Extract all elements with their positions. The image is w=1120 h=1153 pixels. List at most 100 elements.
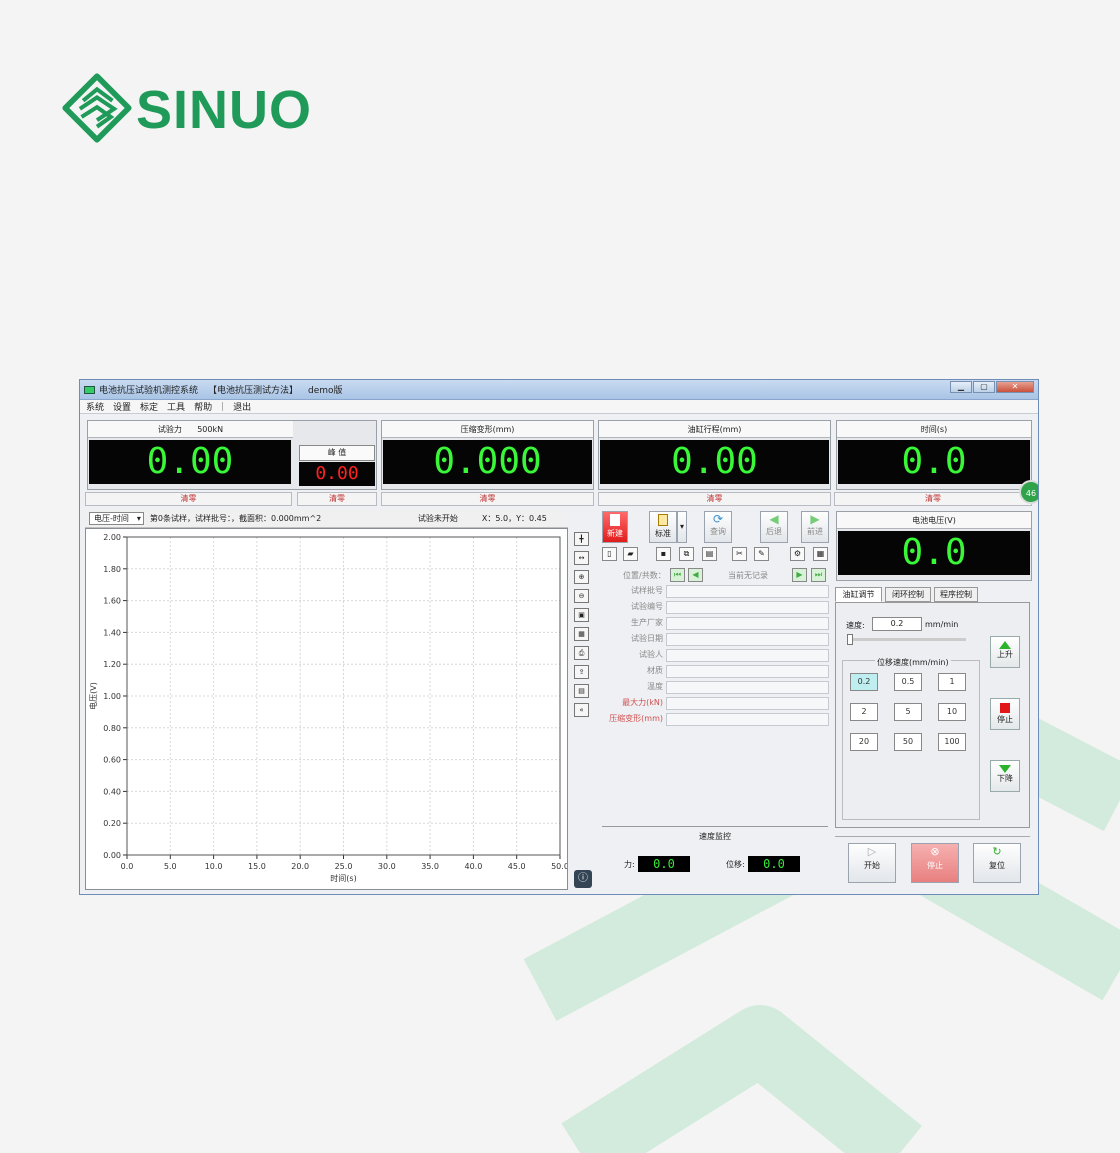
- close-icon[interactable]: ✕: [996, 381, 1034, 393]
- speed-preset-button[interactable]: 100: [938, 733, 966, 751]
- last-record-icon[interactable]: ⏭: [811, 568, 826, 582]
- form-row-label: 温度: [647, 682, 663, 691]
- start-label: 开始: [864, 861, 880, 870]
- form-row: 试验日期: [603, 633, 829, 647]
- app-window: 电池抗压试验机测控系统 【电池抗压测试方法】 demo版 ▁ ▢ ✕ 系统 设置…: [79, 379, 1039, 895]
- new-record-label: 新建: [607, 529, 623, 538]
- menu-system[interactable]: 系统: [86, 400, 104, 413]
- standard-button[interactable]: 标准: [649, 511, 677, 543]
- voltage-label: 电池电压(V): [837, 512, 1031, 529]
- tab-cylinder-adjust[interactable]: 油缸调节: [835, 587, 882, 602]
- crosshair-icon[interactable]: ╋: [574, 532, 589, 546]
- new-file-icon[interactable]: ▯: [602, 547, 617, 561]
- form-row-field[interactable]: [666, 697, 829, 710]
- curve-selector[interactable]: 电压-时间: [89, 512, 144, 525]
- save-icon[interactable]: ▪: [656, 547, 671, 561]
- form-row-field[interactable]: [666, 649, 829, 662]
- settings-icon[interactable]: ⚙: [790, 547, 805, 561]
- reset-button[interactable]: ↻ 复位: [973, 843, 1021, 883]
- disp-monitor-value: 0.0: [748, 856, 800, 872]
- speed-unit: mm/min: [925, 620, 959, 629]
- new-record-button[interactable]: 新建: [602, 511, 628, 543]
- menu-settings[interactable]: 设置: [113, 400, 131, 413]
- table-icon[interactable]: ▦: [813, 547, 828, 561]
- force-monitor-label: 力:: [624, 860, 635, 869]
- down-button[interactable]: 下降: [990, 760, 1020, 792]
- force-display: 0.00: [89, 440, 291, 484]
- minimize-icon[interactable]: ▁: [950, 381, 972, 393]
- form-row-field[interactable]: [666, 617, 829, 630]
- speed-slider-handle[interactable]: [847, 634, 853, 645]
- form-row-field[interactable]: [666, 633, 829, 646]
- zoom-in-icon[interactable]: ⊕: [574, 570, 589, 584]
- edit-icon[interactable]: ✎: [754, 547, 769, 561]
- forward-button[interactable]: ▶ 前进: [801, 511, 829, 543]
- menu-bar: 系统 设置 标定 工具 帮助 | 退出: [80, 400, 1038, 414]
- time-zero-button[interactable]: 清零: [834, 492, 1032, 506]
- tab-program-control[interactable]: 程序控制: [934, 587, 978, 602]
- form-row-field[interactable]: [666, 585, 829, 598]
- copy-icon[interactable]: ⧉: [679, 547, 694, 561]
- form-row-label: 试验人: [639, 650, 663, 659]
- speed-input[interactable]: 0.2: [872, 617, 922, 631]
- menu-exit[interactable]: 退出: [233, 400, 251, 413]
- menu-help[interactable]: 帮助: [194, 400, 212, 413]
- form-row-label: 压缩变形(mm): [609, 714, 663, 723]
- speed-preset-button[interactable]: 5: [894, 703, 922, 721]
- force-zero-button[interactable]: 清零: [85, 492, 292, 506]
- speed-preset-button[interactable]: 0.2: [850, 673, 878, 691]
- y-tick-label: 0.80: [103, 724, 121, 733]
- start-button[interactable]: ▷ 开始: [848, 843, 896, 883]
- query-label: 查询: [710, 527, 726, 536]
- speed-preset-button[interactable]: 50: [894, 733, 922, 751]
- open-folder-icon[interactable]: ▰: [623, 547, 638, 561]
- back-button[interactable]: ◀ 后退: [760, 511, 788, 543]
- voltage-panel: 电池电压(V) 0.0: [836, 511, 1032, 581]
- refresh-icon: ⟳: [712, 512, 724, 526]
- speed-preset-button[interactable]: 10: [938, 703, 966, 721]
- sinuo-logo-icon: [62, 73, 132, 143]
- stroke-zero-button[interactable]: 清零: [598, 492, 831, 506]
- cut-icon[interactable]: ✂: [732, 547, 747, 561]
- y-axis-label: 电压(V): [88, 682, 98, 710]
- stop-button[interactable]: ⊗ 停止: [911, 843, 959, 883]
- brand-logo: SINUO: [62, 62, 312, 154]
- prev-record-icon[interactable]: ◀: [688, 568, 703, 582]
- speed-preset-button[interactable]: 1: [938, 673, 966, 691]
- maximize-icon[interactable]: ▢: [973, 381, 995, 393]
- form-row-field[interactable]: [666, 681, 829, 694]
- menu-calibration[interactable]: 标定: [140, 400, 158, 413]
- info-icon[interactable]: ⓘ: [574, 870, 592, 888]
- form-row-field[interactable]: [666, 713, 829, 726]
- speed-preset-button[interactable]: 20: [850, 733, 878, 751]
- deform-zero-button[interactable]: 清零: [381, 492, 594, 506]
- form-row-label: 材质: [647, 666, 663, 675]
- form-row: 试验编号: [603, 601, 829, 615]
- standard-label: 标准: [655, 529, 671, 538]
- status-badge: 46: [1019, 480, 1038, 504]
- paste-icon[interactable]: ▤: [702, 547, 717, 561]
- zoom-x-icon[interactable]: ↔: [574, 551, 589, 565]
- x-tick-label: 40.0: [464, 862, 482, 871]
- speed-preset-button[interactable]: 2: [850, 703, 878, 721]
- up-button[interactable]: 上升: [990, 636, 1020, 668]
- query-button[interactable]: ⟳ 查询: [704, 511, 732, 543]
- next-record-icon[interactable]: ▶: [792, 568, 807, 582]
- menu-tools[interactable]: 工具: [167, 400, 185, 413]
- form-row-field[interactable]: [666, 665, 829, 678]
- standard-dropdown[interactable]: ▾: [677, 511, 687, 543]
- speed-slider[interactable]: [848, 638, 966, 641]
- clipboard-icon-standard: [658, 514, 668, 526]
- peak-zero-button[interactable]: 清零: [297, 492, 377, 506]
- tab-closed-loop[interactable]: 闭环控制: [885, 587, 931, 602]
- stop-cylinder-button[interactable]: 停止: [990, 698, 1020, 730]
- speed-preset-button[interactable]: 0.5: [894, 673, 922, 691]
- position-label: 位置/共数：: [623, 571, 666, 580]
- form-row-label: 最大力(kN): [622, 698, 663, 707]
- form-row: 生产厂家: [603, 617, 829, 631]
- form-row-field[interactable]: [666, 601, 829, 614]
- reset-icon: ↻: [992, 845, 1002, 858]
- back-label: 后退: [766, 527, 782, 536]
- first-record-icon[interactable]: ⏮: [670, 568, 685, 582]
- stop-label: 停止: [927, 861, 943, 870]
